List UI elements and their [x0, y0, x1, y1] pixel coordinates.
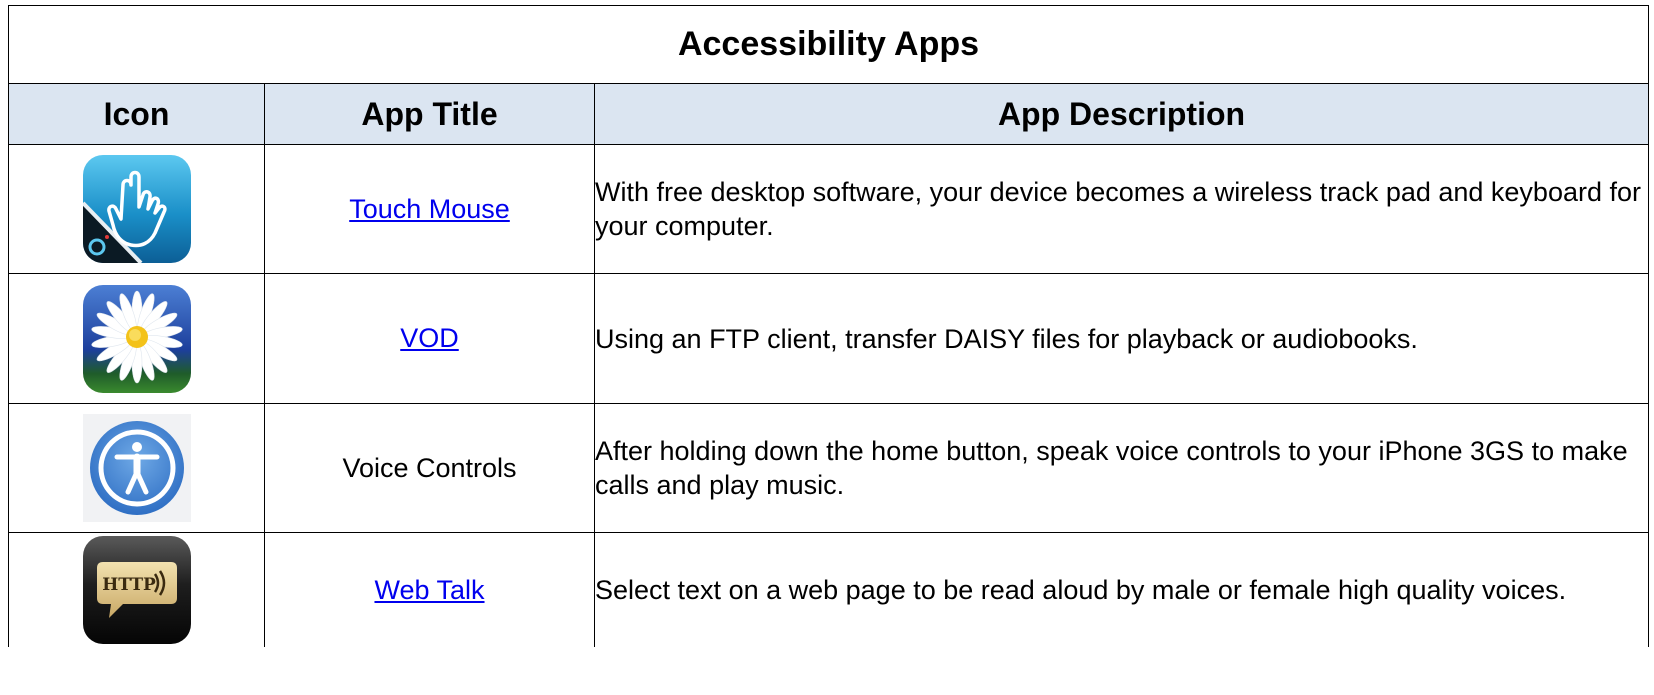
- document-page: Accessibility Apps Icon App Title App De…: [0, 0, 1654, 695]
- app-title-cell: Voice Controls: [264, 403, 595, 533]
- table-header-row: Icon App Title App Description: [8, 83, 1650, 145]
- accessibility-person-app-icon: [82, 414, 191, 522]
- table-row: Touch Mouse With free desktop software, …: [8, 144, 1650, 274]
- http-icon-label: HTTP: [102, 575, 156, 595]
- icon-cell: [8, 273, 265, 404]
- table-title: Accessibility Apps: [7, 5, 1650, 84]
- web-talk-link[interactable]: Web Talk: [374, 575, 484, 605]
- app-description: Select text on a web page to be read alo…: [593, 532, 1650, 647]
- icon-cell: HTTP: [8, 532, 265, 647]
- app-title-cell: VOD: [264, 273, 595, 404]
- header-icon: Icon: [8, 83, 265, 145]
- touch-mouse-app-icon: [82, 155, 191, 263]
- app-description: With free desktop software, your device …: [593, 144, 1650, 274]
- app-description: Using an FTP client, transfer DAISY file…: [593, 273, 1650, 404]
- http-speech-bubble-app-icon: HTTP: [82, 536, 191, 644]
- app-title-cell: Touch Mouse: [264, 144, 595, 274]
- icon-cell: [8, 144, 265, 274]
- touch-mouse-link[interactable]: Touch Mouse: [349, 194, 510, 224]
- header-app-title: App Title: [264, 83, 595, 145]
- header-app-description: App Description: [593, 83, 1650, 145]
- table-row: HTTP Web Talk Select text on a web page …: [8, 532, 1650, 647]
- daisy-flower-app-icon: [82, 284, 191, 393]
- accessibility-apps-table: Accessibility Apps Icon App Title App De…: [7, 5, 1650, 647]
- table-row: VOD Using an FTP client, transfer DAISY …: [8, 273, 1650, 404]
- table-row: Voice Controls After holding down the ho…: [8, 403, 1650, 533]
- vod-link[interactable]: VOD: [400, 323, 459, 353]
- icon-cell: [8, 403, 265, 533]
- app-description: After holding down the home button, spea…: [593, 403, 1650, 533]
- table-title-row: Accessibility Apps: [7, 5, 1650, 84]
- app-title-cell: Web Talk: [264, 532, 595, 647]
